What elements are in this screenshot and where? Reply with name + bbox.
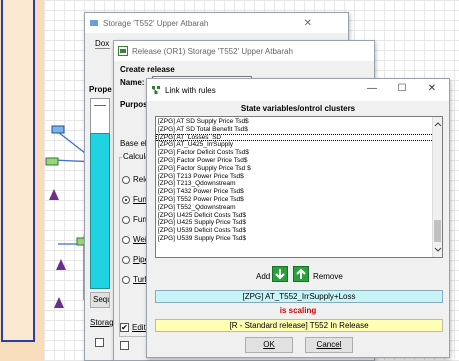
close-icon[interactable]: ✕ xyxy=(417,79,447,99)
list-scrollbar[interactable] xyxy=(432,117,442,257)
list-item[interactable]: [ZPG] T552_Qdownstream xyxy=(156,204,442,212)
node-triangle-1[interactable] xyxy=(49,189,59,200)
release-app-icon xyxy=(118,46,128,56)
list-item[interactable]: [ZPG] T213 Power Price Tsd$ xyxy=(156,173,442,181)
list-item[interactable]: [ZPG] AT_U425_IrrSupply xyxy=(156,141,442,149)
list-item[interactable]: [ZPG] AT_Losses_SD xyxy=(156,133,442,142)
option-function-1-radio[interactable] xyxy=(122,196,130,204)
scroll-thumb[interactable] xyxy=(434,220,441,242)
storage-checkbox[interactable] xyxy=(95,338,104,347)
state-variables-header: State variables/ontrol clusters xyxy=(240,104,356,113)
state-variables-list[interactable]: [ZPG] AT SD Supply Price Tsd$ [ZPG] AT SD… xyxy=(155,116,443,258)
node-triangle-3[interactable] xyxy=(54,297,64,308)
selected-variable-field[interactable]: [ZPG] AT_T552_IrrSupply+Loss xyxy=(155,290,443,303)
list-item[interactable]: [ZPG] AT SD Total Benefit Tsd$ xyxy=(156,126,442,134)
edit-label[interactable]: Edit xyxy=(132,323,146,332)
arrow-down-icon xyxy=(275,269,285,280)
release-title: Release (OR1) Storage 'T552' Upper Atbar… xyxy=(132,46,293,56)
link-with-rules-window: Link with rules — ☐ ✕ State variables/on… xyxy=(146,78,450,358)
storage-level-bar xyxy=(90,133,110,289)
storage-properties-label: Prope xyxy=(89,85,112,94)
storage-sequence-button[interactable]: Sequ xyxy=(90,292,110,308)
maximize-icon[interactable]: ☐ xyxy=(387,79,417,99)
list-item[interactable]: [ZPG] Factor Supply Price Tsd $ xyxy=(156,165,442,173)
list-item[interactable]: [ZPG] Factor Power Price Tsd$ xyxy=(156,157,442,165)
storage-menu-item[interactable]: Dox xyxy=(95,39,110,49)
list-item[interactable]: [ZPG] T432 Power Price Tsd$ xyxy=(156,188,442,196)
cancel-label: Cancel xyxy=(316,340,342,349)
option-weir-radio[interactable] xyxy=(122,236,130,244)
release-checkbox-2[interactable] xyxy=(120,341,129,350)
storage-close-icon[interactable]: ✕ xyxy=(304,18,312,29)
release-field[interactable]: [R - Standard release] T552 In Release xyxy=(155,319,443,332)
storage-titlebar: Storage 'T552' Upper Atbarah ✕ xyxy=(85,13,348,33)
minimize-icon[interactable]: — xyxy=(357,79,387,99)
option-turbine-radio[interactable] xyxy=(122,276,130,284)
link-title: Link with rules xyxy=(165,85,216,95)
list-item[interactable]: [ZPG] U425 Deficit Costs Tsd$ xyxy=(156,212,442,220)
scaling-status: is scaling xyxy=(279,306,317,315)
scroll-up-arrow-icon[interactable] xyxy=(433,119,443,129)
option-function-2-radio[interactable] xyxy=(122,216,130,224)
link-rules-app-icon xyxy=(152,86,160,94)
ok-label: OK xyxy=(263,340,275,349)
list-item[interactable]: [ZPG] T213_Qdownstream xyxy=(156,180,442,188)
name-label: Name: xyxy=(120,78,145,87)
storage-storage-link[interactable]: Storag xyxy=(90,318,114,327)
ok-button[interactable]: OK xyxy=(245,337,293,353)
storage-title: Storage 'T552' Upper Atbarah xyxy=(103,18,209,28)
release-titlebar: Release (OR1) Storage 'T552' Upper Atbar… xyxy=(114,41,374,61)
remove-label: Remove xyxy=(313,272,343,281)
storage-app-icon xyxy=(90,20,98,26)
list-item[interactable]: [ZPG] U425 Supply Price Tsd$ xyxy=(156,219,442,227)
arrow-up-icon xyxy=(296,268,306,279)
list-item[interactable]: [ZPG] U539 Deficit Costs Tsd$ xyxy=(156,227,442,235)
create-release-label: Create release xyxy=(120,65,175,74)
left-panel xyxy=(0,0,44,361)
option-release-radio[interactable] xyxy=(122,176,130,184)
node-u500[interactable] xyxy=(51,125,65,134)
edit-checkbox[interactable]: ✔ xyxy=(120,323,129,332)
scroll-down-arrow-icon[interactable] xyxy=(433,245,443,255)
left-panel-frame xyxy=(1,0,35,342)
option-pipeline-radio[interactable] xyxy=(122,256,130,264)
add-label: Add xyxy=(256,272,271,281)
cancel-button[interactable]: Cancel xyxy=(305,337,353,353)
list-item[interactable]: [ZPG] U539 Supply Price Tsd$ xyxy=(156,235,442,243)
add-button[interactable] xyxy=(272,266,288,282)
list-item[interactable]: [ZPG] AT SD Supply Price Tsd$ xyxy=(156,118,442,126)
remove-button[interactable] xyxy=(293,266,309,282)
list-item[interactable]: [ZPG] Factor Deficit Costs Tsd$ xyxy=(156,149,442,157)
list-item[interactable]: [ZPG] T552 Power Price Tsd$ xyxy=(156,196,442,204)
node-tsm[interactable] xyxy=(45,157,59,166)
node-triangle-2[interactable] xyxy=(56,259,66,270)
